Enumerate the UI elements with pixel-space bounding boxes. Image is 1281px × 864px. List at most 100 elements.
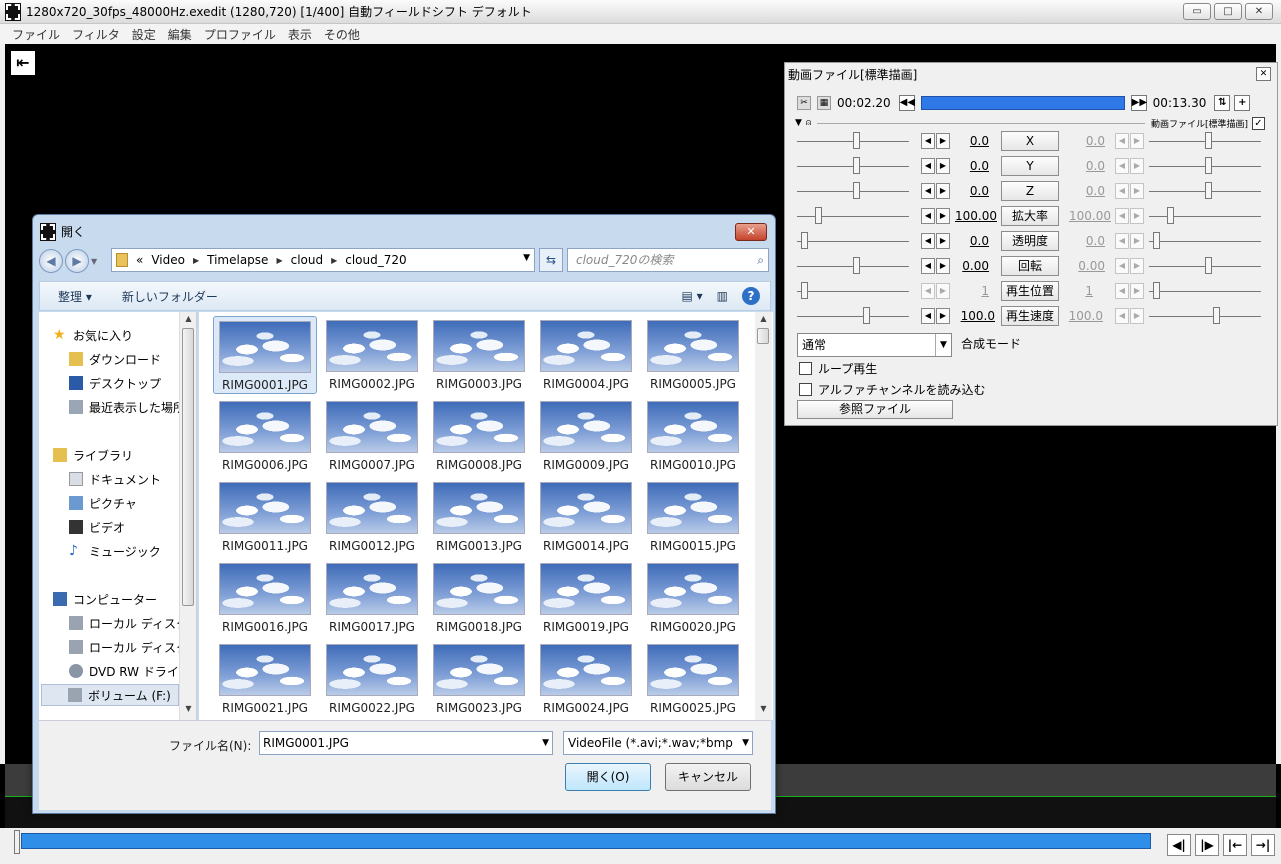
- playpos-left-value[interactable]: 1: [939, 284, 989, 298]
- scale-right-value[interactable]: 100.00: [1061, 209, 1111, 223]
- file-scroll-thumb[interactable]: [757, 328, 769, 344]
- x-param-button[interactable]: X: [1001, 131, 1059, 151]
- nav-dvd-drive[interactable]: DVD RW ドライブ: [69, 660, 179, 682]
- file-item[interactable]: RIMG0014.JPG: [534, 478, 638, 556]
- chevron-down-icon[interactable]: ▼: [542, 732, 549, 754]
- z-right-slider[interactable]: [1205, 182, 1212, 199]
- x-right-arrows[interactable]: ◀ ▶: [1115, 133, 1145, 149]
- reference-file-button[interactable]: 参照ファイル: [797, 400, 953, 419]
- minimize-button[interactable]: ▭: [1183, 3, 1211, 20]
- rewind-icon[interactable]: ◀◀: [898, 95, 915, 111]
- z-left-slider[interactable]: [853, 182, 860, 199]
- dialog-close-button[interactable]: ✕: [735, 223, 767, 241]
- breadcrumb-timelapse[interactable]: Timelapse: [207, 253, 268, 267]
- speed-right-value[interactable]: 100.0: [1053, 309, 1103, 323]
- file-item[interactable]: RIMG0004.JPG: [534, 316, 638, 394]
- breadcrumb-cloud[interactable]: cloud: [291, 253, 324, 267]
- file-item[interactable]: RIMG0020.JPG: [641, 559, 745, 637]
- jump-start-icon[interactable]: |←: [1223, 834, 1247, 856]
- frame-icon[interactable]: ▦: [817, 96, 831, 110]
- filename-input[interactable]: RIMG0001.JPG ▼: [259, 731, 553, 755]
- scroll-down-icon[interactable]: ▼: [755, 704, 772, 718]
- x-right-slider[interactable]: [1205, 132, 1212, 149]
- refresh-icon[interactable]: ⇆: [539, 248, 563, 272]
- playpos-left-slider[interactable]: [801, 282, 808, 299]
- z-left-value[interactable]: 0.0: [939, 184, 989, 198]
- close-button[interactable]: ✕: [1245, 3, 1273, 20]
- breadcrumb-separator-icon[interactable]: ▶: [331, 256, 337, 265]
- seek-handle[interactable]: [14, 830, 20, 854]
- x-left-value[interactable]: 0.0: [939, 134, 989, 148]
- opacity-right-value[interactable]: 0.0: [1055, 234, 1105, 248]
- file-item[interactable]: RIMG0021.JPG: [213, 640, 317, 718]
- nav-local-disk-c[interactable]: ローカル ディスク (C:): [69, 612, 179, 634]
- opacity-right-slider[interactable]: [1153, 232, 1160, 249]
- next-frame-icon[interactable]: |▶: [1195, 834, 1219, 856]
- z-right-value[interactable]: 0.0: [1055, 184, 1105, 198]
- search-icon[interactable]: ⌕: [757, 249, 764, 271]
- go-to-start-icon[interactable]: ⇤: [11, 51, 35, 75]
- opacity-left-slider[interactable]: [801, 232, 808, 249]
- file-item[interactable]: RIMG0008.JPG: [427, 397, 531, 475]
- speed-right-slider[interactable]: [1213, 307, 1220, 324]
- blend-mode-select[interactable]: 通常 ▼: [797, 333, 952, 357]
- z-right-arrows[interactable]: ◀ ▶: [1115, 183, 1145, 199]
- x-left-slider[interactable]: [853, 132, 860, 149]
- panel-close-button[interactable]: ✕: [1256, 67, 1271, 81]
- y-right-slider[interactable]: [1205, 157, 1212, 174]
- loop-checkbox[interactable]: [799, 362, 812, 375]
- seek-bar[interactable]: [21, 833, 1151, 849]
- split-icon[interactable]: ✂: [797, 96, 811, 110]
- file-item[interactable]: RIMG0025.JPG: [641, 640, 745, 718]
- breadcrumb-video[interactable]: Video: [151, 253, 185, 267]
- forward-icon[interactable]: ▶: [65, 249, 89, 273]
- speed-left-value[interactable]: 100.0: [945, 309, 995, 323]
- scroll-down-icon[interactable]: ▼: [180, 704, 197, 718]
- file-item[interactable]: RIMG0003.JPG: [427, 316, 531, 394]
- menu-view[interactable]: 表示: [288, 26, 312, 43]
- breadcrumb-separator-icon[interactable]: ▶: [276, 256, 282, 265]
- file-item[interactable]: RIMG0006.JPG: [213, 397, 317, 475]
- menu-other[interactable]: その他: [324, 26, 360, 43]
- rotation-param-button[interactable]: 回転: [1001, 256, 1059, 276]
- file-item[interactable]: RIMG0012.JPG: [320, 478, 424, 556]
- view-options-icon[interactable]: ▤ ▾: [681, 289, 702, 303]
- preview-pane-icon[interactable]: ▥: [717, 289, 728, 303]
- nav-volume-f[interactable]: ボリューム (F:): [41, 684, 179, 706]
- menu-filter[interactable]: フィルタ: [72, 26, 120, 43]
- file-scrollbar[interactable]: ▲ ▼: [755, 312, 772, 720]
- file-item[interactable]: RIMG0018.JPG: [427, 559, 531, 637]
- file-item[interactable]: RIMG0007.JPG: [320, 397, 424, 475]
- file-item[interactable]: RIMG0023.JPG: [427, 640, 531, 718]
- fast-forward-icon[interactable]: ▶▶: [1130, 95, 1147, 111]
- speed-left-slider[interactable]: [863, 307, 870, 324]
- z-param-button[interactable]: Z: [1001, 181, 1059, 201]
- rotation-right-arrows[interactable]: ◀ ▶: [1115, 258, 1145, 274]
- speed-param-button[interactable]: 再生速度: [1001, 306, 1059, 326]
- y-right-value[interactable]: 0.0: [1055, 159, 1105, 173]
- back-icon[interactable]: ◀: [39, 249, 63, 273]
- playpos-right-slider[interactable]: [1153, 282, 1160, 299]
- opacity-left-value[interactable]: 0.0: [939, 234, 989, 248]
- menu-edit[interactable]: 編集: [168, 26, 192, 43]
- maximize-button[interactable]: □: [1214, 3, 1242, 20]
- menu-profile[interactable]: プロファイル: [204, 26, 276, 43]
- scroll-up-icon[interactable]: ▲: [755, 314, 772, 328]
- nav-scroll-thumb[interactable]: [182, 328, 194, 606]
- opacity-right-arrows[interactable]: ◀ ▶: [1115, 233, 1145, 249]
- scale-left-slider[interactable]: [815, 207, 822, 224]
- scale-right-arrows[interactable]: ◀ ▶: [1115, 208, 1145, 224]
- scale-left-value[interactable]: 100.00: [939, 209, 997, 223]
- add-filter-icon[interactable]: +: [1234, 95, 1251, 111]
- breadcrumb-overflow[interactable]: «: [136, 253, 143, 267]
- file-item[interactable]: RIMG0019.JPG: [534, 559, 638, 637]
- file-item[interactable]: RIMG0011.JPG: [213, 478, 317, 556]
- playpos-right-value[interactable]: 1: [1043, 284, 1093, 298]
- y-param-button[interactable]: Y: [1001, 156, 1059, 176]
- alpha-checkbox[interactable]: [799, 383, 812, 396]
- file-item[interactable]: RIMG0022.JPG: [320, 640, 424, 718]
- playpos-right-arrows[interactable]: ◀ ▶: [1115, 283, 1145, 299]
- rotation-left-slider[interactable]: [853, 257, 860, 274]
- file-item[interactable]: RIMG0002.JPG: [320, 316, 424, 394]
- collapse-triangle-icon[interactable]: ▼: [795, 118, 802, 128]
